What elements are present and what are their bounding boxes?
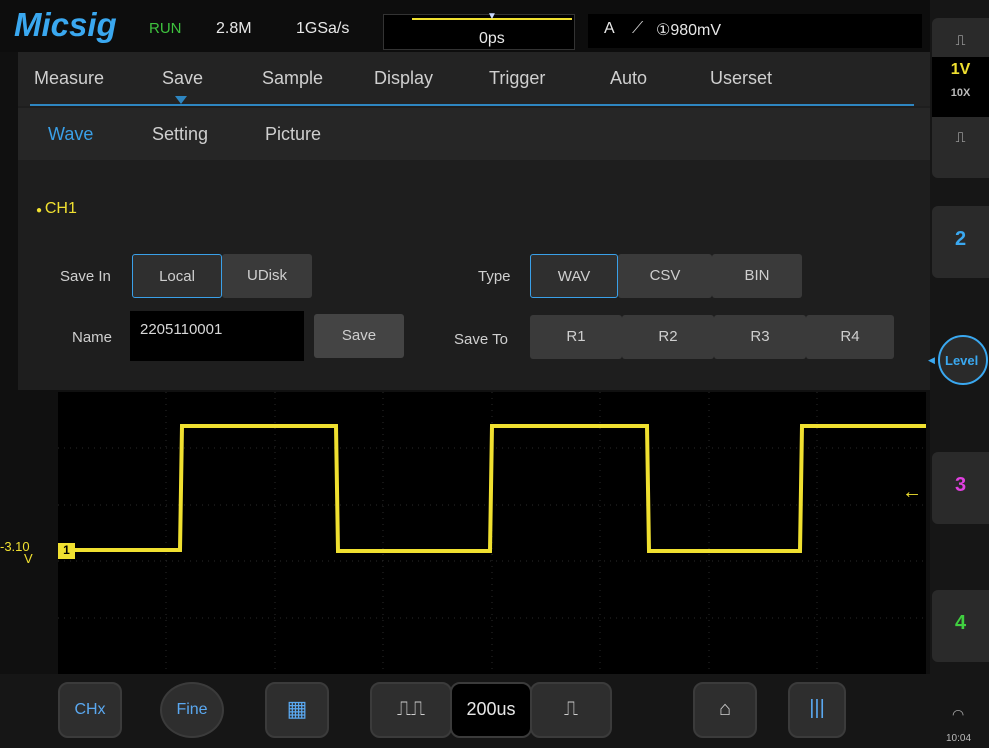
- ch1-scale: 1V: [950, 61, 971, 78]
- clock: 10:04: [946, 733, 972, 744]
- timebase-decrease-icon[interactable]: ⎍⎍: [370, 682, 452, 738]
- ch1-control[interactable]: ⎍ 1V 10X ⎍: [932, 18, 989, 178]
- pulse-icon: ⎍: [955, 32, 966, 48]
- main-menu-row: [18, 52, 930, 106]
- wifi-icon: ◠: [952, 706, 965, 722]
- tab-userset[interactable]: Userset: [710, 68, 772, 89]
- tab-display[interactable]: Display: [374, 68, 433, 89]
- save-to-label: Save To: [454, 331, 508, 348]
- horizontal-position-box[interactable]: ▼ 0ps: [383, 11, 575, 50]
- waveform-svg: [58, 392, 926, 674]
- name-label: Name: [72, 329, 113, 346]
- menu-panel: Measure Save Sample Display Trigger Auto…: [18, 52, 930, 390]
- save-in-label: Save In: [60, 268, 111, 285]
- type-bin-button[interactable]: BIN: [712, 254, 802, 298]
- brand-logo: Micsig: [14, 6, 117, 43]
- subtab-picture[interactable]: Picture: [265, 124, 321, 145]
- rising-edge-icon: ⟋: [632, 20, 644, 37]
- active-tab-indicator: [175, 96, 187, 104]
- run-state[interactable]: RUN: [149, 20, 182, 37]
- ch4-button[interactable]: 4: [932, 590, 989, 662]
- tab-measure[interactable]: Measure: [34, 68, 104, 89]
- subtab-setting[interactable]: Setting: [152, 124, 208, 145]
- save-to-r1-button[interactable]: R1: [530, 315, 622, 359]
- trigger-level: ①980mV: [656, 22, 722, 39]
- ch1-probe: 10X: [950, 87, 971, 99]
- trigger-position-icon: ▼: [487, 11, 497, 22]
- channel-selector[interactable]: ● CH1: [36, 200, 77, 218]
- ch1-offset-label: -3.10 V: [0, 540, 33, 566]
- pulse-icon: ⎍: [955, 129, 966, 145]
- save-button[interactable]: Save: [314, 314, 404, 358]
- ch3-button[interactable]: 3: [932, 452, 989, 524]
- fine-button[interactable]: Fine: [160, 682, 224, 738]
- tab-trigger[interactable]: Trigger: [489, 68, 545, 89]
- save-in-udisk-button[interactable]: UDisk: [222, 254, 312, 298]
- trigger-level-arrow-icon[interactable]: ←: [902, 481, 922, 504]
- save-to-r4-button[interactable]: R4: [806, 315, 894, 359]
- chx-button[interactable]: CHx: [58, 682, 122, 738]
- save-to-r2-button[interactable]: R2: [622, 315, 714, 359]
- time-offset: 0ps: [479, 30, 505, 47]
- trigger-info[interactable]: A ⟋ ①980mV: [588, 14, 922, 48]
- tab-save[interactable]: Save: [162, 68, 203, 89]
- subtab-wave[interactable]: Wave: [48, 124, 93, 145]
- offset-unit: V: [24, 551, 33, 566]
- status-bar: Micsig RUN 2.8M 1GSa/s ▼ 0ps A ⟋ ①980mV: [0, 0, 930, 52]
- bottom-toolbar: CHx Fine ▦ ⎍⎍ 200us ⎍ ⌂ |||: [0, 674, 930, 748]
- menu-divider: [30, 104, 914, 106]
- channel-label: CH1: [44, 200, 77, 217]
- cursor-lines-icon[interactable]: |||: [788, 682, 846, 738]
- save-in-local-button[interactable]: Local: [132, 254, 222, 298]
- calculator-icon[interactable]: ▦: [265, 682, 329, 738]
- ch2-button[interactable]: 2: [932, 206, 989, 278]
- sample-rate[interactable]: 1GSa/s: [296, 20, 349, 38]
- save-to-r3-button[interactable]: R3: [714, 315, 806, 359]
- tab-auto[interactable]: Auto: [610, 68, 647, 89]
- name-field[interactable]: 2205110001: [130, 311, 304, 361]
- level-knob[interactable]: Level: [938, 335, 988, 385]
- cursor-icon[interactable]: ⌂: [693, 682, 757, 738]
- tab-sample[interactable]: Sample: [262, 68, 323, 89]
- type-wav-button[interactable]: WAV: [530, 254, 618, 298]
- type-label: Type: [478, 268, 511, 285]
- trigger-source: A: [604, 20, 615, 37]
- type-csv-button[interactable]: CSV: [618, 254, 712, 298]
- waveform-display[interactable]: [58, 392, 926, 674]
- ch1-trace: [58, 424, 926, 553]
- timebase-increase-icon[interactable]: ⎍: [530, 682, 612, 738]
- ch1-marker[interactable]: 1: [58, 543, 75, 559]
- right-panel: ⎍ 1V 10X ⎍ 2 Level ◀ 3 4 ◠ 10:04: [928, 0, 989, 748]
- left-caret-icon: ◀: [928, 355, 935, 365]
- bullet-icon: ●: [36, 205, 45, 216]
- timebase-value[interactable]: 200us: [450, 682, 532, 738]
- memory-depth[interactable]: 2.8M: [216, 20, 252, 38]
